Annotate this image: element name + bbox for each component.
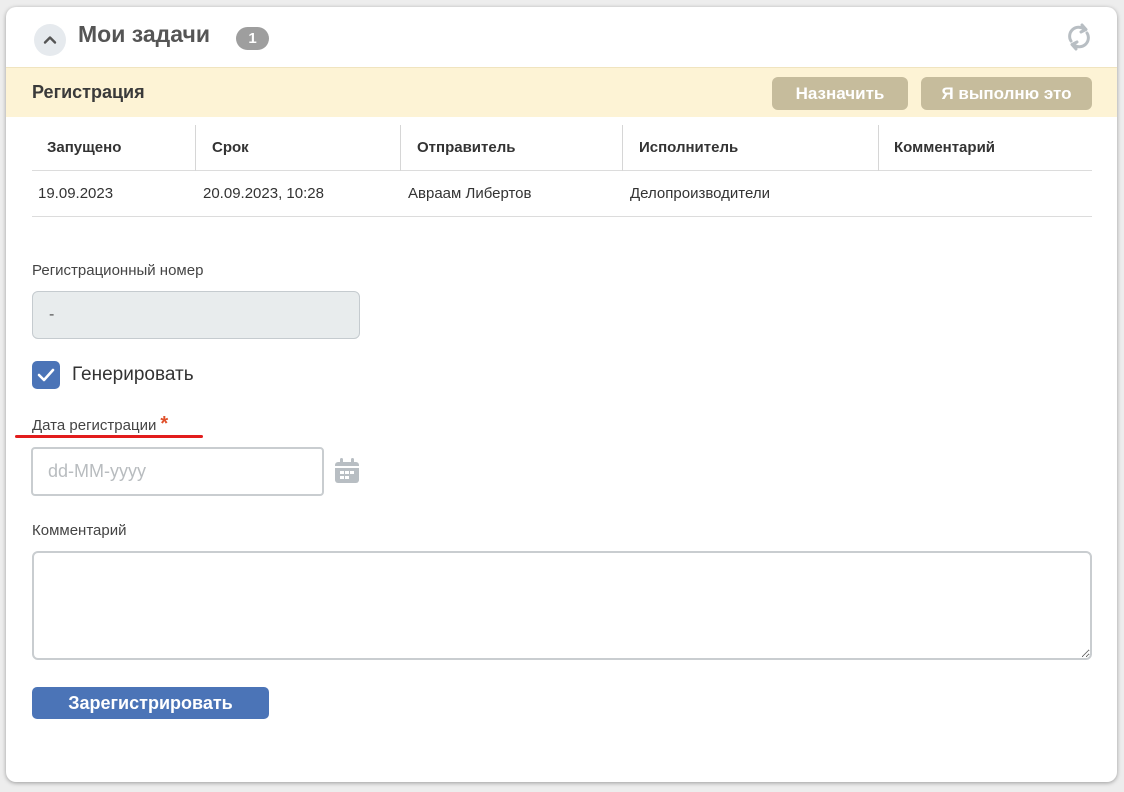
assign-button[interactable]: Назначить	[772, 77, 908, 110]
date-label: Дата регистрации *	[32, 413, 168, 436]
generate-checkbox-label[interactable]: Генерировать	[72, 364, 194, 386]
column-header-comment: Комментарий	[894, 139, 996, 156]
my-tasks-panel: Мои задачи 1 Регистрация Назначить Я вып…	[6, 7, 1117, 782]
task-count-badge: 1	[236, 27, 269, 50]
table-row[interactable]: 19.09.2023 20.09.2023, 10:28 Авраам Либе…	[32, 171, 1092, 217]
take-task-button[interactable]: Я выполню это	[921, 77, 1092, 110]
calendar-icon[interactable]	[334, 458, 360, 484]
date-label-text: Дата регистрации	[32, 417, 157, 434]
refresh-icon[interactable]	[1065, 23, 1093, 51]
comment-label: Комментарий	[32, 522, 127, 539]
table-header-row: Запущено Срок Отправитель Исполнитель Ко…	[32, 125, 1092, 171]
column-header-started: Запущено	[47, 139, 122, 156]
registration-date-input[interactable]	[31, 447, 324, 496]
panel-header: Мои задачи 1	[6, 7, 1117, 67]
task-table: Запущено Срок Отправитель Исполнитель Ко…	[32, 125, 1092, 217]
cell-sender: Авраам Либертов	[408, 185, 532, 202]
column-header-deadline: Срок	[212, 139, 249, 156]
check-icon	[37, 368, 55, 382]
panel-title: Мои задачи	[78, 21, 210, 47]
collapse-button[interactable]	[34, 24, 66, 56]
cell-deadline: 20.09.2023, 10:28	[203, 185, 324, 202]
column-header-assignee: Исполнитель	[639, 139, 739, 156]
reg-number-label: Регистрационный номер	[32, 262, 204, 279]
column-divider	[195, 125, 196, 171]
task-name: Регистрация	[32, 82, 145, 102]
generate-checkbox[interactable]	[32, 361, 60, 389]
column-header-sender: Отправитель	[417, 139, 516, 156]
column-divider	[400, 125, 401, 171]
annotation-underline	[15, 435, 203, 438]
chevron-up-icon	[43, 36, 57, 44]
comment-textarea[interactable]	[32, 551, 1092, 660]
required-asterisk: *	[160, 413, 169, 435]
reg-number-field: -	[32, 291, 360, 339]
cell-assignee: Делопроизводители	[630, 185, 770, 202]
task-bar: Регистрация Назначить Я выполню это	[6, 67, 1117, 117]
column-divider	[878, 125, 879, 171]
column-divider	[622, 125, 623, 171]
register-button[interactable]: Зарегистрировать	[32, 687, 269, 719]
cell-started: 19.09.2023	[38, 185, 114, 202]
